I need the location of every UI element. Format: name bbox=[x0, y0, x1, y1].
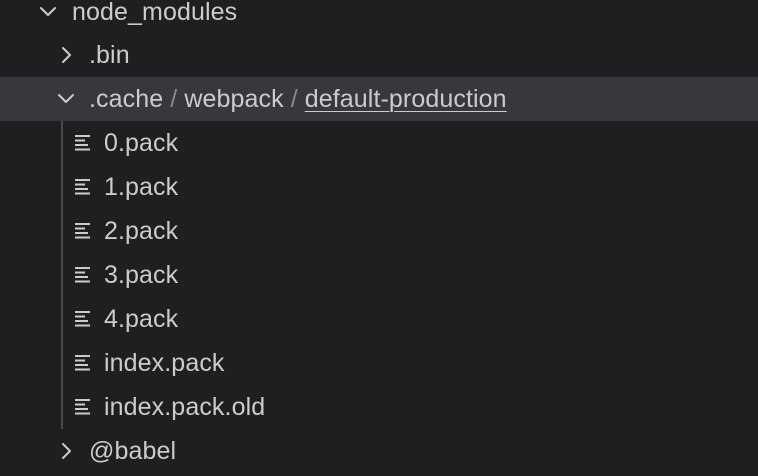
file-lines-icon bbox=[73, 134, 93, 152]
file-row[interactable]: 2.pack bbox=[0, 209, 758, 253]
path-segment-cache[interactable]: .cache bbox=[89, 85, 163, 113]
compact-path-label: .cache / webpack / default-production bbox=[89, 77, 507, 121]
file-label: 1.pack bbox=[104, 173, 179, 201]
path-separator: / bbox=[290, 85, 298, 113]
folder-label: @babel bbox=[89, 437, 177, 465]
folder-babel[interactable]: @babel bbox=[0, 429, 758, 473]
folder-node-modules[interactable]: node_modules bbox=[0, 0, 758, 34]
file-lines-icon bbox=[73, 354, 93, 372]
folder-bin[interactable]: .bin bbox=[0, 33, 758, 77]
path-separator: / bbox=[170, 85, 178, 113]
file-lines-icon bbox=[73, 398, 93, 416]
file-label: index.pack.old bbox=[104, 393, 266, 421]
file-label: index.pack bbox=[104, 349, 225, 377]
file-row[interactable]: 0.pack bbox=[0, 121, 758, 165]
file-lines-icon bbox=[73, 310, 93, 328]
file-lines-icon bbox=[73, 178, 93, 196]
folder-label: .bin bbox=[89, 41, 130, 69]
file-explorer-tree: node_modules .bin .cache / webpack / default… bbox=[0, 0, 758, 476]
folder-label: node_modules bbox=[72, 0, 238, 26]
file-row[interactable]: 1.pack bbox=[0, 165, 758, 209]
file-lines-icon bbox=[73, 222, 93, 240]
file-label: 2.pack bbox=[104, 217, 179, 245]
file-row[interactable]: 4.pack bbox=[0, 297, 758, 341]
path-segment-webpack[interactable]: webpack bbox=[184, 85, 283, 113]
file-lines-icon bbox=[73, 266, 93, 284]
file-label: 0.pack bbox=[104, 129, 179, 157]
chevron-down-icon[interactable] bbox=[36, 0, 60, 24]
chevron-down-icon[interactable] bbox=[54, 87, 78, 111]
file-row[interactable]: 3.pack bbox=[0, 253, 758, 297]
chevron-right-icon[interactable] bbox=[54, 439, 78, 463]
file-label: 3.pack bbox=[104, 261, 179, 289]
file-row[interactable]: index.pack.old bbox=[0, 385, 758, 429]
folder-cache-path[interactable]: .cache / webpack / default-production bbox=[0, 77, 758, 121]
file-row[interactable]: index.pack bbox=[0, 341, 758, 385]
path-segment-default-production[interactable]: default-production bbox=[305, 85, 507, 113]
chevron-right-icon[interactable] bbox=[54, 43, 78, 67]
file-label: 4.pack bbox=[104, 305, 179, 333]
